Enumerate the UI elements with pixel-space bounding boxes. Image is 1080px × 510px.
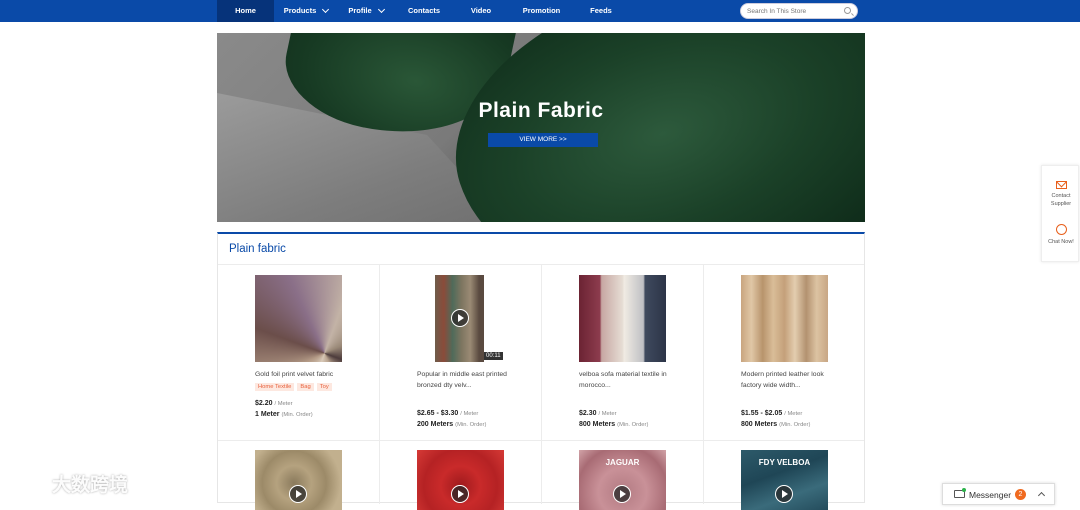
- product-image[interactable]: [579, 275, 666, 362]
- nav-video-label: Video: [470, 6, 492, 15]
- product-section: Plain fabric Gold foil print velvet fabr…: [217, 232, 865, 510]
- tag-home-textile[interactable]: Home Textile: [255, 383, 295, 391]
- price-unit: / Meter: [460, 411, 479, 417]
- search-input[interactable]: [747, 5, 843, 17]
- search-icon[interactable]: [844, 7, 851, 14]
- product-price: $2.30 / Meter: [579, 410, 617, 417]
- moq-value: 800 Meters: [741, 421, 778, 428]
- hero-banner[interactable]: Plain Fabric VIEW MORE >>: [217, 33, 865, 222]
- watermark: 大数跨境: [8, 470, 128, 497]
- messenger-label: Messenger: [969, 490, 1012, 500]
- chevron-up-icon[interactable]: [1037, 491, 1046, 500]
- product-card[interactable]: velboa sofa material textile in morocco.…: [542, 265, 703, 441]
- nav-contacts-label: Contacts: [407, 6, 441, 15]
- product-moq: 200 Meters (Min. Order): [417, 421, 486, 428]
- product-name[interactable]: Modern printed leather look factory wide…: [741, 369, 836, 391]
- chevron-down-icon: [322, 5, 330, 14]
- play-icon[interactable]: [613, 485, 631, 503]
- moq-value: 800 Meters: [579, 421, 616, 428]
- product-tags: Home Textile Bag Toy: [255, 383, 332, 391]
- moq-value: 1 Meter: [255, 411, 280, 418]
- watermark-text: 大数跨境: [52, 475, 129, 496]
- unread-badge: 2: [1015, 489, 1026, 500]
- nav-products[interactable]: Products: [274, 0, 338, 22]
- online-indicator: [962, 488, 966, 492]
- watermark-logo-icon: [8, 471, 48, 496]
- product-image[interactable]: [255, 275, 342, 362]
- view-more-button[interactable]: VIEW MORE >>: [488, 133, 598, 147]
- price-value: $1.55 - $2.05: [741, 410, 783, 417]
- price-unit: / Meter: [784, 411, 803, 417]
- nav-promotion[interactable]: Promotion: [508, 0, 575, 22]
- nav-feeds-label: Feeds: [590, 6, 612, 15]
- nav-products-label: Products: [283, 6, 317, 15]
- nav-contacts[interactable]: Contacts: [394, 0, 454, 22]
- play-icon[interactable]: [289, 485, 307, 503]
- tag-bag[interactable]: Bag: [297, 383, 314, 391]
- nav-video[interactable]: Video: [454, 0, 508, 22]
- nav-feeds[interactable]: Feeds: [575, 0, 627, 22]
- nav-profile[interactable]: Profile: [338, 0, 394, 22]
- contact-supplier-button[interactable]: Contact Supplier: [1042, 181, 1080, 208]
- product-price: $1.55 - $2.05 / Meter: [741, 410, 802, 417]
- product-card[interactable]: Modern printed leather look factory wide…: [704, 265, 865, 441]
- chat-now-button[interactable]: Chat Now!: [1042, 224, 1080, 246]
- moq-note: (Min. Order): [779, 422, 811, 428]
- product-name[interactable]: Popular in middle east printed bronzed d…: [417, 369, 512, 391]
- image-overlay-text: FDY VELBOA: [758, 458, 811, 467]
- chat-now-label: Chat Now!: [1048, 239, 1074, 245]
- image-overlay-text: JAGUAR: [605, 458, 640, 467]
- price-value: $2.30: [579, 410, 597, 417]
- banner-title: Plain Fabric: [478, 99, 604, 122]
- side-contact-panel: Contact Supplier Chat Now!: [1041, 165, 1079, 262]
- product-moq: 800 Meters (Min. Order): [741, 421, 810, 428]
- moq-note: (Min. Order): [455, 422, 487, 428]
- product-card[interactable]: Gold foil print velvet fabric Home Texti…: [218, 265, 379, 441]
- nav-home-label: Home: [235, 6, 256, 15]
- moq-note: (Min. Order): [617, 422, 649, 428]
- price-value: $2.20: [255, 400, 273, 407]
- product-moq: 800 Meters (Min. Order): [579, 421, 648, 428]
- moq-value: 200 Meters: [417, 421, 454, 428]
- price-value: $2.65 - $3.30: [417, 410, 459, 417]
- mail-icon: [1055, 181, 1067, 189]
- main-nav: Home Products Profile Contacts Video Pro…: [217, 0, 627, 22]
- section-title[interactable]: Plain fabric: [229, 243, 286, 255]
- video-duration: 00:11: [484, 352, 503, 360]
- product-moq: 1 Meter (Min. Order): [255, 411, 313, 418]
- store-search: [740, 3, 858, 19]
- moq-note: (Min. Order): [281, 412, 313, 418]
- play-icon[interactable]: [451, 309, 469, 327]
- product-card[interactable]: 00:11 Popular in middle east printed bro…: [380, 265, 541, 441]
- product-image[interactable]: [741, 275, 828, 362]
- nav-promotion-label: Promotion: [522, 6, 561, 15]
- nav-home[interactable]: Home: [217, 0, 274, 22]
- product-price: $2.65 - $3.30 / Meter: [417, 410, 478, 417]
- play-icon[interactable]: [775, 485, 793, 503]
- messenger-bar[interactable]: Messenger 2: [942, 483, 1055, 505]
- chevron-down-icon: [377, 5, 385, 14]
- price-unit: / Meter: [274, 401, 293, 407]
- product-price: $2.20 / Meter: [255, 400, 293, 407]
- product-name[interactable]: velboa sofa material textile in morocco.…: [579, 369, 674, 391]
- price-unit: / Meter: [598, 411, 617, 417]
- contact-supplier-label: Contact Supplier: [1050, 193, 1072, 207]
- product-name[interactable]: Gold foil print velvet fabric: [255, 369, 350, 380]
- chat-icon: [1055, 224, 1067, 235]
- tag-toy[interactable]: Toy: [316, 383, 332, 391]
- nav-profile-label: Profile: [348, 6, 372, 15]
- play-icon[interactable]: [451, 485, 469, 503]
